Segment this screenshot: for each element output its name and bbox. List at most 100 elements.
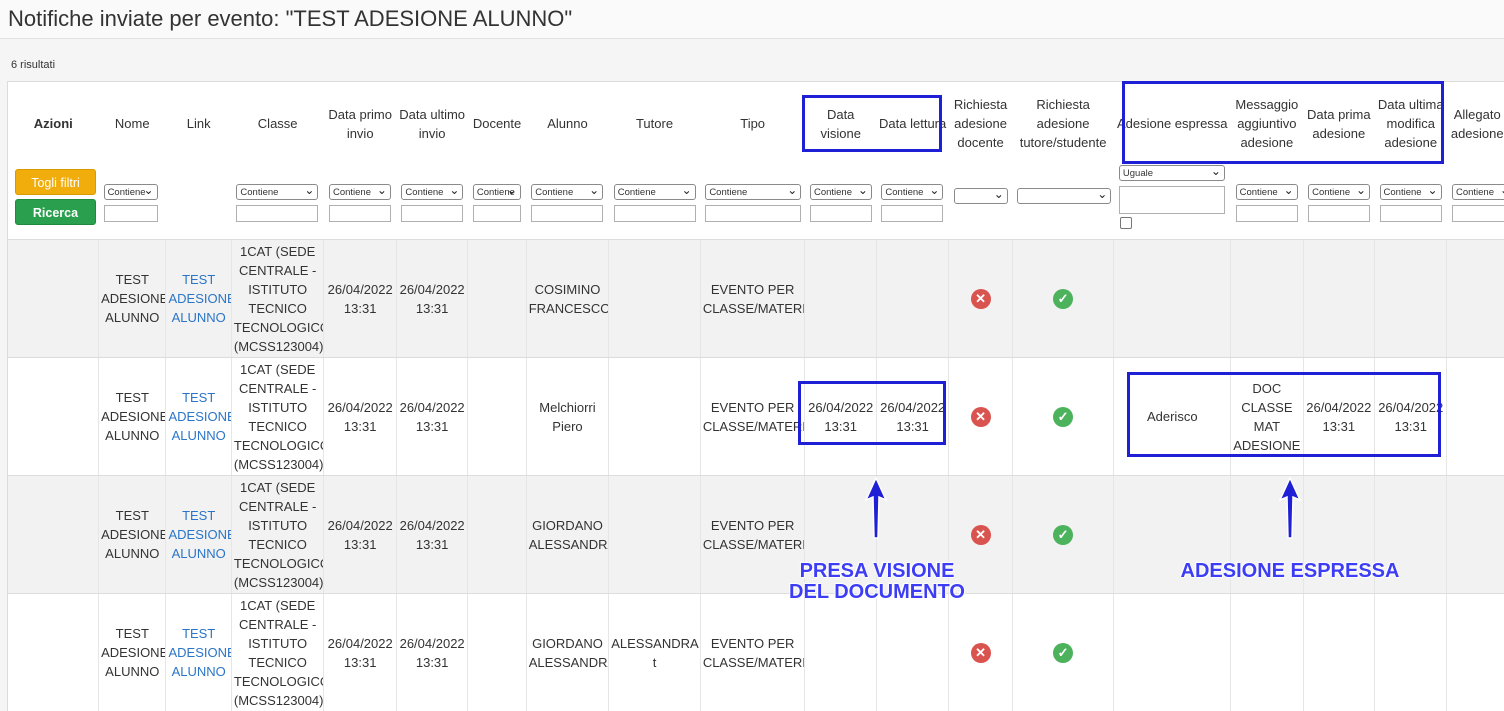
filter-input-nome[interactable] [104,205,158,222]
filter-cell-data-ultimo-invio: Contiene [396,165,467,240]
filter-select-data-ultima-modifica[interactable]: Contiene [1380,184,1442,200]
filter-input-data-visione[interactable] [810,205,872,222]
cell-data-prima-adesione [1303,594,1374,711]
filter-cell-alunno: Contiene [526,165,609,240]
column-header-data-primo-invio[interactable]: Data primo invio [324,82,396,165]
cell-data-ultimo-invio: 26/04/2022 13:31 [396,358,467,476]
cell-docente [468,476,526,594]
filter-input-data-lettura[interactable] [881,205,943,222]
cell-adesione-espressa [1114,240,1231,358]
search-button[interactable]: Ricerca [15,199,96,225]
filter-cell-docente: Contiene [468,165,526,240]
filter-cell-classe: Contiene [231,165,324,240]
filter-cell-data-primo-invio: Contiene [324,165,396,240]
filter-select-alunno[interactable]: Contiene [531,184,603,200]
cell-alunno: GIORDANO ALESSANDRA [526,476,609,594]
filter-input-adesione-espressa[interactable] [1119,186,1225,214]
cell-tipo: EVENTO PER CLASSE/MATERIA [700,594,805,711]
arrow-up-icon [1278,476,1302,540]
cell-richiesta-adesione-tutore: ✓ [1012,358,1114,476]
cell-data-lettura [876,240,948,358]
column-header-nome[interactable]: Nome [99,82,166,165]
column-header-alunno[interactable]: Alunno [526,82,609,165]
filter-input-data-prima-adesione[interactable] [1308,205,1370,222]
filter-input-tipo[interactable] [705,205,801,222]
filter-select-tipo[interactable]: Contiene [705,184,801,200]
filter-select-adesione-espressa[interactable]: Uguale [1119,165,1225,181]
check-circle-icon: ✓ [1053,407,1073,427]
toggle-filters-button[interactable]: Togli filtri [15,169,96,195]
highlight-box-adesione-header [1122,81,1444,164]
filter-input-docente[interactable] [473,205,521,222]
cross-circle-icon: ✕ [971,643,991,663]
cell-link[interactable]: TEST ADESIONE ALUNNO [166,240,231,358]
filter-cell-richiesta-adesione-docente [949,165,1012,240]
filter-select-data-visione[interactable]: Contiene [810,184,872,200]
filter-input-allegato[interactable] [1452,205,1504,222]
filter-select-docente[interactable]: Contiene [473,184,521,200]
filter-cell-messaggio-aggiuntivo: Contiene [1231,165,1303,240]
filter-select-tutore[interactable]: Contiene [614,184,696,200]
cell-link[interactable]: TEST ADESIONE ALUNNO [166,476,231,594]
filter-select-data-ultimo-invio[interactable]: Contiene [401,184,463,200]
column-header-azioni[interactable]: Azioni [8,82,99,165]
cell-tutore [609,476,701,594]
filter-cell-richiesta-adesione-tutore [1012,165,1114,240]
column-header-docente[interactable]: Docente [468,82,526,165]
cross-circle-icon: ✕ [971,289,991,309]
filter-input-alunno[interactable] [531,205,603,222]
cell-azioni [8,240,99,358]
column-header-link[interactable]: Link [166,82,231,165]
filter-select-classe[interactable]: Contiene [236,184,318,200]
filter-input-data-ultimo-invio[interactable] [401,205,463,222]
filter-select-nome[interactable]: Contiene [104,184,158,200]
cell-data-ultima-modifica [1375,594,1447,711]
filter-select-richiesta-adesione-docente[interactable] [954,188,1008,204]
filter-checkbox-adesione-espressa[interactable] [1120,217,1132,229]
cell-allegato [1447,594,1504,711]
filter-cell-data-ultima-modifica: Contiene [1375,165,1447,240]
column-header-data-ultimo-invio[interactable]: Data ultimo invio [396,82,467,165]
cell-data-lettura [876,594,948,711]
filter-input-data-ultima-modifica[interactable] [1380,205,1442,222]
column-header-allegato[interactable]: Allegato adesione [1447,82,1504,165]
cell-link[interactable]: TEST ADESIONE ALUNNO [166,594,231,711]
highlight-box-visione-values [798,381,946,445]
cross-circle-icon: ✕ [971,407,991,427]
filter-select-data-primo-invio[interactable]: Contiene [329,184,391,200]
cell-data-visione [805,594,876,711]
cell-data-primo-invio: 26/04/2022 13:31 [324,240,396,358]
filter-input-data-primo-invio[interactable] [329,205,391,222]
filter-input-messaggio-aggiuntivo[interactable] [1236,205,1298,222]
cell-nome: TEST ADESIONE ALUNNO [99,240,166,358]
cross-circle-icon: ✕ [971,525,991,545]
cell-data-visione [805,240,876,358]
table-row: TEST ADESIONE ALUNNOTEST ADESIONE ALUNNO… [8,594,1504,711]
cell-allegato [1447,358,1504,476]
filter-select-messaggio-aggiuntivo[interactable]: Contiene [1236,184,1298,200]
highlight-box-adesione-values [1127,372,1441,457]
cell-classe: 1CAT (SEDE CENTRALE - ISTITUTO TECNICO T… [231,476,324,594]
table-row: TEST ADESIONE ALUNNOTEST ADESIONE ALUNNO… [8,240,1504,358]
check-circle-icon: ✓ [1053,525,1073,545]
filter-input-classe[interactable] [236,205,318,222]
filter-input-tutore[interactable] [614,205,696,222]
filter-cell-adesione-espressa: Uguale [1114,165,1231,240]
cell-docente [468,358,526,476]
filter-select-richiesta-adesione-tutore[interactable] [1017,188,1111,204]
cell-tipo: EVENTO PER CLASSE/MATERIA [700,240,805,358]
cell-link[interactable]: TEST ADESIONE ALUNNO [166,358,231,476]
column-header-tipo[interactable]: Tipo [700,82,805,165]
filter-select-allegato[interactable]: Contiene [1452,184,1504,200]
filter-select-data-lettura[interactable]: Contiene [881,184,943,200]
arrow-up-icon [864,476,888,540]
filter-select-data-prima-adesione[interactable]: Contiene [1308,184,1370,200]
column-header-tutore[interactable]: Tutore [609,82,701,165]
annotation-adesione-espressa: ADESIONE ESPRESSA [1160,561,1420,582]
column-header-richiesta-adesione-tutore[interactable]: Richiesta adesione tutore/studente [1012,82,1114,165]
column-header-classe[interactable]: Classe [231,82,324,165]
cell-tutore [609,240,701,358]
cell-richiesta-adesione-tutore: ✓ [1012,240,1114,358]
column-header-richiesta-adesione-docente[interactable]: Richiesta adesione docente [949,82,1012,165]
cell-richiesta-adesione-docente: ✕ [949,358,1012,476]
